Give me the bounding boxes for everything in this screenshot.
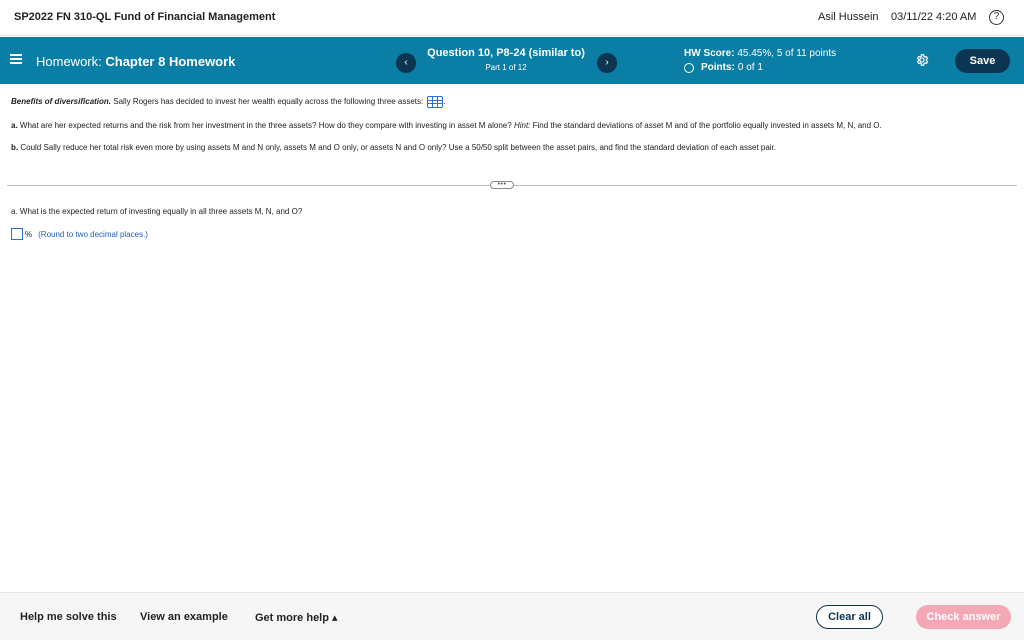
part-b-label: b. [11, 143, 19, 152]
points-circle-icon [684, 62, 694, 73]
hint-label: Hint: [513, 121, 531, 130]
help-me-solve-button[interactable]: Help me solve this [20, 611, 117, 623]
gear-icon[interactable] [915, 53, 929, 67]
data-table-icon[interactable] [427, 96, 444, 108]
top-bar: SP2022 FN 310-QL Fund of Financial Manag… [0, 0, 1024, 36]
get-more-help-button[interactable]: Get more help ▴ [255, 611, 338, 624]
help-icon[interactable]: ? [989, 10, 1004, 25]
points-label: Points: [701, 62, 735, 73]
course-title: SP2022 FN 310-QL Fund of Financial Manag… [14, 11, 276, 23]
intro-title: Benefits of diversification. [11, 97, 112, 107]
points-value: 0 of 1 [737, 62, 763, 73]
expand-handle[interactable]: ••• [490, 181, 514, 189]
question-part: Part 1 of 12 [485, 63, 527, 72]
part-b-text: Could Sally reduce her total risk even m… [20, 143, 777, 152]
datetime: 03/11/22 4:20 AM [891, 11, 977, 23]
hw-score-label: HW Score: [684, 48, 735, 59]
intro-text: Sally Rogers has decided to invest her w… [113, 97, 424, 107]
view-example-button[interactable]: View an example [140, 611, 228, 623]
part-a-label: a. [11, 121, 18, 130]
round-hint: (Round to two decimal places.) [38, 229, 148, 239]
part-a-text: What are her expected returns and the ri… [19, 121, 512, 130]
question-part-b: b. Could Sally reduce her total risk eve… [11, 143, 1011, 153]
previous-question-button[interactable]: ‹ [396, 53, 416, 73]
next-question-button[interactable]: › [597, 53, 617, 73]
menu-icon[interactable] [10, 54, 22, 64]
clear-all-button[interactable]: Clear all [816, 605, 883, 629]
footer: Help me solve this View an example Get m… [0, 592, 1024, 640]
check-answer-button[interactable]: Check answer [916, 605, 1011, 629]
hint-text: Find the standard deviations of asset M … [532, 121, 882, 130]
user-name: Asil Hussein [818, 11, 879, 23]
question-intro: Benefits of diversification. Sally Roger… [11, 96, 446, 108]
question-title: Question 10, P8-24 (similar to) [427, 47, 585, 59]
save-button[interactable]: Save [955, 49, 1010, 73]
homework-prefix: Homework: [36, 54, 102, 69]
hw-score: HW Score: 45.45%, 5 of 11 points [684, 48, 836, 59]
question-part-a: a. What are her expected returns and the… [11, 121, 1011, 131]
points-row: Points: 0 of 1 [684, 62, 763, 73]
unit-label: % [25, 229, 33, 239]
answer-prompt: a. What is the expected return of invest… [11, 207, 303, 216]
answer-row: % (Round to two decimal places.) [11, 228, 148, 240]
expected-return-input[interactable] [11, 228, 23, 240]
homework-name: Chapter 8 Homework [105, 54, 236, 69]
homework-header: Homework: Chapter 8 Homework ‹ Question … [0, 37, 1024, 84]
hw-score-value: 45.45%, 5 of 11 points [737, 48, 837, 59]
homework-title: Homework: Chapter 8 Homework [36, 54, 235, 69]
